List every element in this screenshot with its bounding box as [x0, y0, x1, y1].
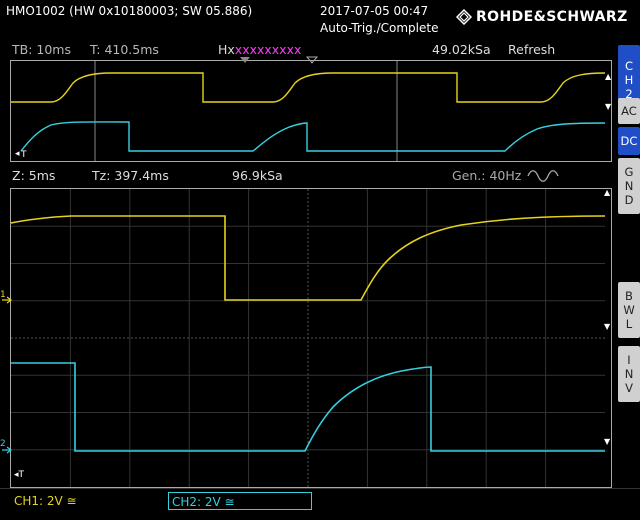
ch1-marker-arrow-icon[interactable] [2, 295, 12, 305]
ch2-scale-label[interactable]: CH2: 2V ≅ [168, 492, 312, 510]
main-up-arrow-icon: ▲ [604, 188, 611, 197]
invert-button[interactable]: I N V [618, 346, 640, 402]
main-grid-plot [11, 189, 606, 487]
button-label-char: I [627, 353, 631, 367]
overview-timebase[interactable]: TB: 10ms [12, 42, 71, 57]
ch2-marker-arrow-icon[interactable] [2, 445, 12, 455]
coupling-ac-button[interactable]: AC [618, 98, 640, 124]
button-label: DC [620, 134, 638, 148]
button-label-char: G [624, 165, 634, 179]
datetime-status: 2017-07-05 00:47 Auto-Trig./Complete [320, 3, 438, 37]
button-label-char: V [625, 381, 633, 395]
channel-tab-char: H [624, 73, 634, 87]
date-time: 2017-07-05 00:47 [320, 4, 429, 18]
main-down-arrow-icon: ▼ [604, 322, 611, 331]
brand-name: ROHDE&SCHWARZ [476, 9, 628, 25]
hx-position-marker-icon[interactable] [238, 56, 252, 64]
channel-tab-char: C [624, 59, 634, 73]
button-label-char: D [624, 193, 634, 207]
acq-mode[interactable]: Refresh [508, 42, 555, 57]
main-t-label: T [18, 470, 25, 480]
coupling-dc-button[interactable]: DC [618, 127, 640, 155]
zoom-time[interactable]: Tz: 397.4ms [92, 168, 169, 183]
overview-sample-rate: 49.02kSa [432, 42, 491, 57]
overview-down-arrow-icon: ▼ [605, 102, 611, 111]
trigger-status: Auto-Trig./Complete [320, 21, 439, 35]
overview-window[interactable]: ◂ T ▲ ▼ [10, 60, 612, 162]
button-label: AC [621, 104, 637, 118]
hx-marks: xxxxxxxxx [234, 42, 302, 57]
main-trigger-marker[interactable]: ◂T [14, 470, 24, 480]
brand-logo: ROHDE&SCHWARZ [456, 9, 628, 25]
rs-diamond-icon [456, 9, 472, 25]
zoom-timebase[interactable]: Z: 5ms [12, 168, 55, 183]
main-down-arrow-2-icon: ▼ [604, 437, 611, 446]
overview-plot: ◂ T ▲ ▼ [11, 61, 611, 161]
sine-wave-icon [527, 169, 559, 182]
overview-up-arrow-icon: ▲ [605, 72, 611, 81]
button-label-char: W [623, 303, 635, 317]
button-label-char: N [624, 179, 634, 193]
zoom-sample-rate: 96.9kSa [232, 168, 283, 183]
generator-indicator[interactable]: Gen.: 40Hz [452, 168, 559, 183]
graticule [11, 189, 605, 487]
overview-t-label: T [20, 150, 27, 160]
ch1-scale-label[interactable]: CH1: 2V ≅ [14, 494, 77, 508]
bandwidth-limit-button[interactable]: B W L [618, 282, 640, 338]
overview-ch2-trace [20, 121, 606, 152]
generator-frequency: Gen.: 40Hz [452, 168, 522, 183]
trigger-position-marker-icon[interactable] [305, 56, 319, 64]
coupling-gnd-button[interactable]: G N D [618, 158, 640, 214]
hx-indicator: Hxxxxxxxxxx [218, 42, 301, 57]
button-label-char: N [624, 367, 634, 381]
overview-ch1-trace [11, 72, 606, 103]
overview-trigger-marker: ◂ [15, 149, 20, 159]
overview-trigger-time[interactable]: T: 410.5ms [90, 42, 159, 57]
main-waveform-window[interactable] [10, 188, 612, 488]
button-label-char: B [625, 289, 633, 303]
device-id: HMO1002 (HW 0x10180003; SW 05.886) [6, 4, 253, 18]
hx-label: Hx [218, 42, 235, 57]
bottom-divider [0, 488, 640, 489]
button-label-char: L [625, 317, 633, 331]
